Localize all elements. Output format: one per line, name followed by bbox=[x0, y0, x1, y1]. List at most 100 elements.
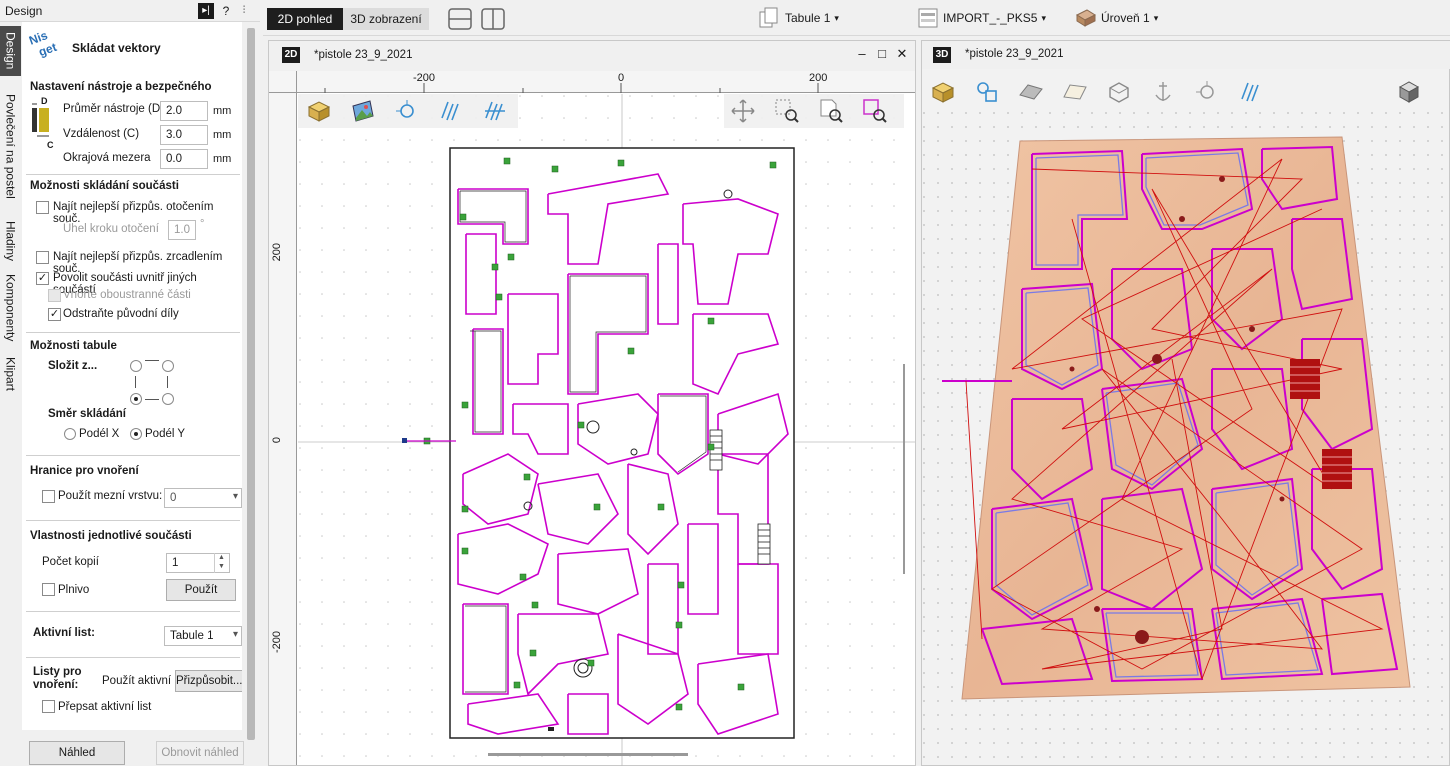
top-toolbar: 2D pohled 3D zobrazení Tabule 1 ▾ IMPORT_… bbox=[263, 0, 1450, 36]
boundary-header: Hranice pro vnoření bbox=[30, 465, 139, 477]
apply-button[interactable]: Použít bbox=[166, 579, 236, 601]
chevron-down-icon: ▾ bbox=[1153, 12, 1159, 23]
corner-top-left-radio[interactable] bbox=[130, 360, 142, 372]
vtab-layers[interactable]: Hladiny bbox=[0, 216, 21, 266]
double-sided-label: Vnořte oboustranné části bbox=[63, 289, 191, 301]
toolpath-display-icon[interactable] bbox=[1238, 79, 1264, 105]
zoom-page-icon[interactable] bbox=[818, 98, 844, 124]
anchor-icon[interactable] bbox=[1150, 79, 1176, 105]
divider bbox=[26, 455, 240, 456]
dock-icon[interactable]: ⫶ bbox=[236, 3, 252, 19]
sheet-plane-icon[interactable] bbox=[1062, 79, 1088, 105]
mirror-checkbox[interactable] bbox=[36, 251, 49, 264]
help-icon[interactable]: ? bbox=[218, 3, 234, 19]
split-horizontal-icon[interactable] bbox=[448, 8, 472, 30]
vtab-design[interactable]: Design bbox=[0, 26, 21, 76]
copies-spinner[interactable]: ▲ ▼ bbox=[214, 553, 228, 573]
use-limit-label: Použít mezní vrstvu: bbox=[58, 490, 163, 502]
margin-unit: mm bbox=[213, 153, 232, 165]
toolpath-preview-icon[interactable] bbox=[482, 98, 508, 124]
distance-field[interactable]: 3.0 bbox=[160, 125, 208, 145]
tab-2d-view[interactable]: 2D pohled bbox=[267, 8, 343, 30]
split-vertical-icon[interactable] bbox=[481, 8, 505, 30]
view-2d: 2D *pistole 23_9_2021 – □ ✕ -200 0 200 2… bbox=[268, 40, 916, 766]
vtab-clipart[interactable]: Klipart bbox=[0, 350, 21, 398]
use-limit-checkbox[interactable] bbox=[42, 490, 55, 503]
shaded-material-icon[interactable] bbox=[930, 79, 956, 105]
along-y-radio[interactable] bbox=[130, 428, 142, 440]
pan-icon[interactable] bbox=[730, 98, 756, 124]
sheet-options-header: Možnosti tabule bbox=[30, 340, 117, 352]
remove-originals-checkbox[interactable]: ✓ bbox=[48, 308, 61, 321]
fold-from-label: Složit z... bbox=[48, 360, 98, 372]
sheet-icon bbox=[759, 7, 778, 28]
layer-dropdown[interactable]: IMPORT_-_PKS5 ▾ bbox=[917, 6, 1046, 30]
zoom-selection-icon[interactable] bbox=[862, 98, 888, 124]
direction-label: Směr skládání bbox=[48, 408, 126, 420]
rotate-label: Najít nejlepší přizpůs. otočením souč. bbox=[53, 201, 214, 225]
active-sheet-label: Aktivní list: bbox=[33, 627, 95, 639]
active-sheet-select[interactable]: Tabule 1 bbox=[164, 626, 242, 646]
divider bbox=[26, 520, 240, 521]
diameter-field[interactable]: 2.0 bbox=[160, 101, 208, 121]
minimize-icon[interactable]: – bbox=[853, 45, 871, 63]
bitmap-icon[interactable] bbox=[350, 98, 376, 124]
chevron-down-icon: ▾ bbox=[834, 12, 839, 23]
material-setup-icon[interactable] bbox=[306, 98, 332, 124]
corner-top-right-radio[interactable] bbox=[162, 360, 174, 372]
horizontal-scrollbar[interactable] bbox=[488, 753, 688, 756]
vtab-components[interactable]: Komponenty bbox=[0, 268, 21, 348]
ruler-corner bbox=[269, 71, 297, 93]
corner-bottom-left-radio[interactable] bbox=[130, 393, 142, 405]
part-properties-header: Vlastnosti jednotlivé součásti bbox=[30, 530, 192, 542]
view-3d-badge: 3D bbox=[933, 47, 951, 63]
corner-connector bbox=[145, 399, 159, 400]
part-options-header: Možnosti skládání součásti bbox=[30, 180, 179, 192]
along-x-radio[interactable] bbox=[64, 428, 76, 440]
preview-button[interactable]: Náhled bbox=[29, 741, 125, 765]
along-y-label: Podél Y bbox=[145, 428, 186, 440]
rotate-checkbox[interactable] bbox=[36, 201, 49, 214]
step-angle-field[interactable]: 1.0 bbox=[168, 220, 196, 240]
divider bbox=[26, 657, 240, 658]
maximize-icon[interactable]: □ bbox=[873, 45, 891, 63]
chevron-down-icon: ▾ bbox=[1041, 12, 1047, 23]
close-icon[interactable]: ✕ bbox=[893, 45, 911, 63]
view-3d: 3D *pistole 23_9_2021 bbox=[921, 40, 1450, 766]
level-dropdown-label: Úroveň 1 bbox=[1101, 11, 1150, 25]
wireframe-box-icon[interactable] bbox=[1106, 79, 1132, 105]
vertical-scrollbar[interactable] bbox=[903, 134, 907, 574]
vtab-toolpaths[interactable]: Povlečení na postel bbox=[0, 78, 21, 214]
inside-checkbox[interactable]: ✓ bbox=[36, 272, 49, 285]
diagram-d-label: D bbox=[41, 96, 48, 106]
customize-button[interactable]: Přizpůsobit... bbox=[175, 670, 242, 692]
shapes-icon[interactable] bbox=[974, 79, 1000, 105]
ruler-vertical: 200 0 -200 bbox=[269, 93, 297, 765]
zoom-box-icon[interactable] bbox=[774, 98, 800, 124]
level-dropdown[interactable]: Úroveň 1 ▾ bbox=[1075, 6, 1158, 30]
vector-display-icon[interactable] bbox=[1194, 79, 1220, 105]
view-2d-badge: 2D bbox=[282, 47, 300, 63]
divider bbox=[26, 332, 240, 333]
ruler-x-label: -200 bbox=[413, 72, 436, 84]
sheet-dropdown[interactable]: Tabule 1 ▾ bbox=[759, 6, 839, 30]
vector-select-icon[interactable] bbox=[394, 98, 420, 124]
drawing-canvas-2d[interactable] bbox=[298, 94, 915, 766]
nesting-logo-icon: Nis get bbox=[28, 28, 58, 59]
render-3d-canvas[interactable] bbox=[922, 69, 1450, 766]
filler-checkbox[interactable] bbox=[42, 583, 55, 596]
panel-scrollbar[interactable] bbox=[243, 22, 260, 740]
overwrite-checkbox[interactable] bbox=[42, 700, 55, 713]
relief-icon[interactable] bbox=[1018, 79, 1044, 105]
step-angle-unit: ° bbox=[200, 218, 205, 230]
margin-field[interactable]: 0.0 bbox=[160, 149, 208, 169]
refresh-preview-button[interactable]: Obnovit náhled bbox=[156, 741, 244, 765]
tab-3d-view[interactable]: 3D zobrazení bbox=[343, 8, 429, 30]
double-sided-checkbox[interactable] bbox=[48, 289, 61, 302]
pin-panel-icon[interactable]: ▸| bbox=[198, 3, 214, 19]
toolpath-icon[interactable] bbox=[438, 98, 464, 124]
along-x-label: Podél X bbox=[79, 428, 120, 440]
corner-bottom-right-radio[interactable] bbox=[162, 393, 174, 405]
limit-layer-select[interactable]: 0 bbox=[164, 488, 242, 508]
view-cube-icon[interactable] bbox=[1396, 79, 1422, 105]
